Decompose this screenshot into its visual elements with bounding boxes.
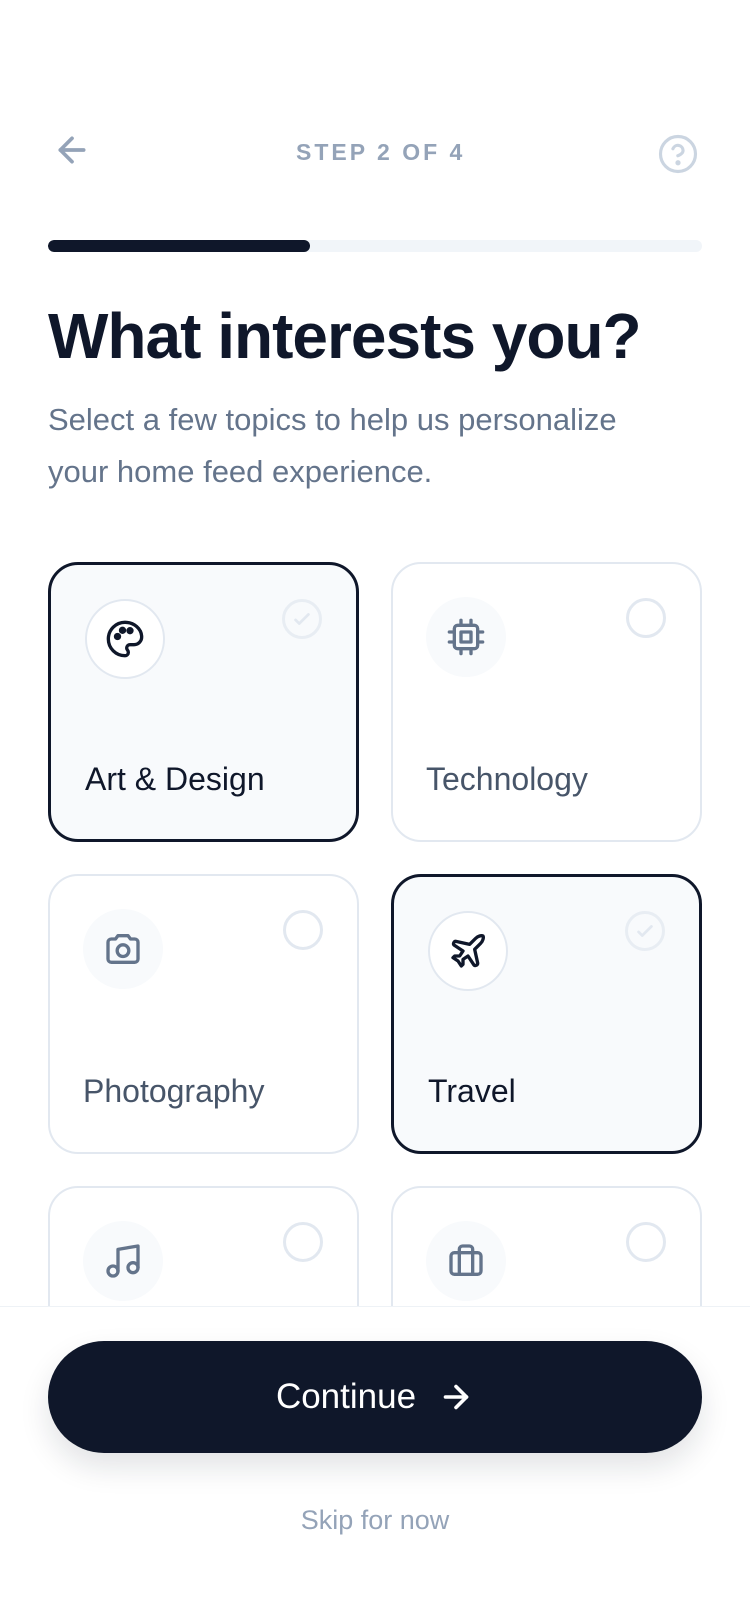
page-title: What interests you? <box>48 300 642 372</box>
arrow-left-icon <box>58 136 86 164</box>
continue-button-label: Continue <box>275 1377 417 1416</box>
progress-bar-fill <box>48 240 310 252</box>
check-icon <box>294 613 310 625</box>
selection-radio <box>626 1222 666 1262</box>
selection-radio <box>283 910 323 950</box>
header: STEP 2 OF 4 <box>0 0 750 230</box>
topic-label: Travel <box>428 1073 516 1109</box>
camera-icon <box>106 934 140 964</box>
topic-label: Art & Design <box>85 761 265 797</box>
page-subtitle: Select a few topics to help us personali… <box>48 402 617 489</box>
topic-label: Technology <box>426 761 588 797</box>
bottom-action-bar: Continue Skip for now <box>0 1306 750 1624</box>
progress-bar <box>48 240 702 252</box>
onboarding-screen: STEP 2 OF 4 What interests you? Select a… <box>0 0 750 1624</box>
airplane-icon <box>451 934 485 968</box>
step-indicator: STEP 2 OF 4 <box>296 139 466 165</box>
selection-check-indicator <box>625 911 665 951</box>
check-icon <box>637 925 653 937</box>
skip-link[interactable]: Skip for now <box>0 1505 750 1536</box>
topic-card-technology[interactable]: Technology <box>391 562 702 842</box>
palette-icon <box>106 620 144 658</box>
topic-card-travel[interactable]: Travel <box>391 874 702 1154</box>
topic-card-photography[interactable]: Photography <box>48 874 359 1154</box>
selection-radio <box>626 598 666 638</box>
cpu-chip-icon <box>447 618 485 656</box>
help-button[interactable] <box>654 130 702 178</box>
topic-card-art-design[interactable]: Art & Design <box>48 562 359 842</box>
selection-radio <box>283 1222 323 1262</box>
music-note-icon <box>106 1244 140 1278</box>
arrow-right-icon <box>443 1384 469 1410</box>
help-circle-icon <box>658 134 698 174</box>
selection-check-indicator <box>282 599 322 639</box>
back-button[interactable] <box>48 126 96 174</box>
topic-label: Photography <box>83 1073 265 1109</box>
continue-button[interactable]: Continue <box>48 1341 702 1453</box>
briefcase-icon <box>449 1244 483 1276</box>
